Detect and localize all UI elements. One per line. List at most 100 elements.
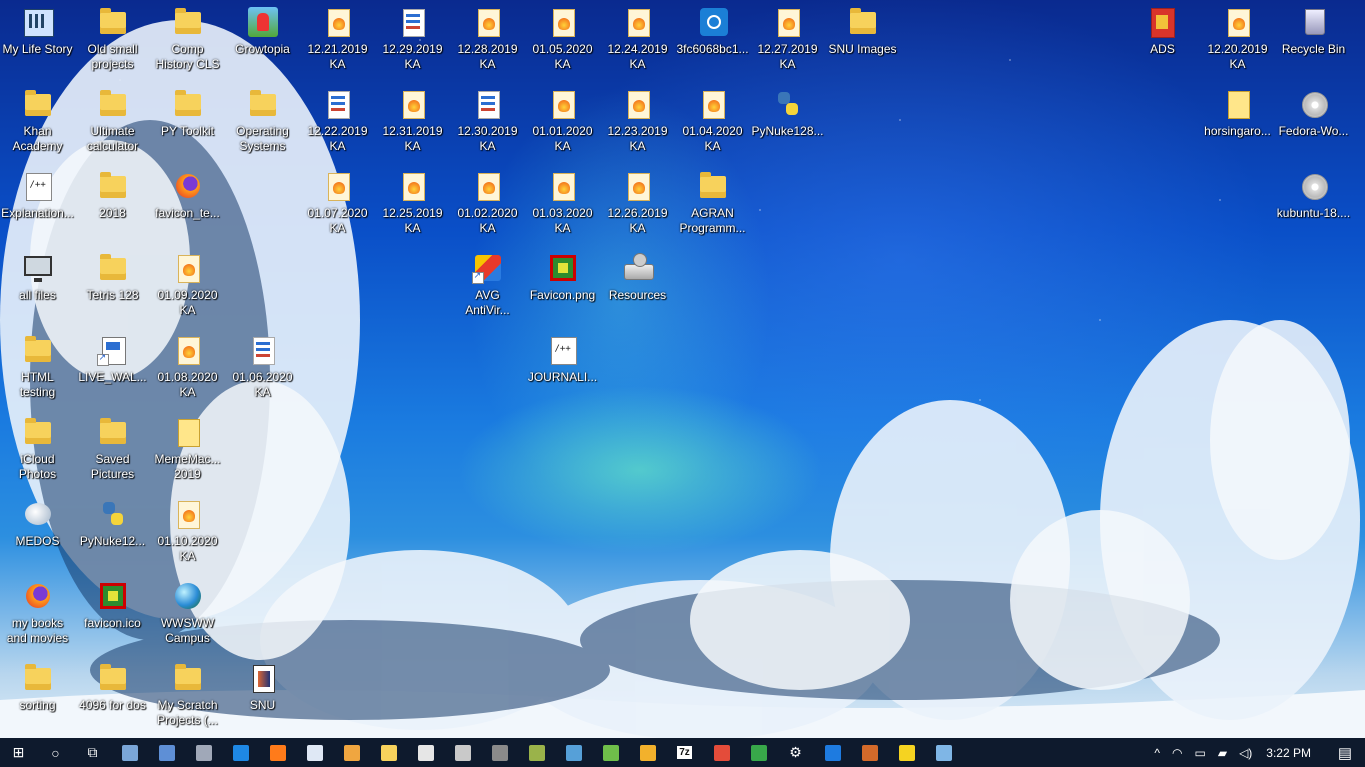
app-game[interactable] <box>481 738 518 767</box>
desktop-icon-label: 01.09.2020 KA <box>157 288 218 317</box>
desktop-icon-icloud-photos[interactable]: iCloud Photos <box>0 410 75 490</box>
desktop-icon-snu-images[interactable]: SNU Images <box>825 0 900 80</box>
desktop-icon-12-25-2019-ka[interactable]: 12.25.2019 KA <box>375 164 450 244</box>
notification-center-icon[interactable]: ▤ <box>1325 744 1365 762</box>
sheet-icon <box>22 170 54 202</box>
desktop-icon-old-small-projects[interactable]: Old small projects <box>75 0 150 80</box>
desktop-icon-12-27-2019-ka[interactable]: 12.27.2019 KA <box>750 0 825 80</box>
app-docs[interactable] <box>333 738 370 767</box>
desktop-icon-label: My Life Story <box>2 42 73 56</box>
desktop-icon-ads[interactable]: ADS <box>1125 0 1200 80</box>
desktop-icon-sorting[interactable]: sorting <box>0 656 75 736</box>
tray-wifi-icon[interactable]: ◠ <box>1166 746 1188 760</box>
app-pen[interactable] <box>518 738 555 767</box>
desktop-icon-pynuke128[interactable]: PyNuke128... <box>750 82 825 162</box>
app-network[interactable] <box>148 738 185 767</box>
desktop-icon-01-02-2020-ka[interactable]: 01.02.2020 KA <box>450 164 525 244</box>
desktop-icon-saved-pictures[interactable]: Saved Pictures <box>75 410 150 490</box>
search-button[interactable]: ○ <box>37 738 74 767</box>
desktop-icon-favicon-ico[interactable]: favicon.ico <box>75 574 150 654</box>
app-gear[interactable]: ⚙ <box>777 738 814 767</box>
app-pen-icon <box>528 744 545 761</box>
app-settings-sync[interactable] <box>185 738 222 767</box>
desktop-icon-my-scratch-projects[interactable]: My Scratch Projects (... <box>150 656 225 736</box>
desktop-icon-12-28-2019-ka[interactable]: 12.28.2019 KA <box>450 0 525 80</box>
desktop-icon-01-04-2020-ka[interactable]: 01.04.2020 KA <box>675 82 750 162</box>
desktop-icon-mememac-2019[interactable]: MemeMac... 2019 <box>150 410 225 490</box>
desktop-icon-01-07-2020-ka[interactable]: 01.07.2020 KA <box>300 164 375 244</box>
desktop-icon-live-wal[interactable]: LIVE_WAL... <box>75 328 150 408</box>
desktop-icon-medos[interactable]: MEDOS <box>0 492 75 572</box>
desktop-icon-all-files[interactable]: all files <box>0 246 75 326</box>
app-sticky[interactable] <box>592 738 629 767</box>
app-remote[interactable] <box>925 738 962 767</box>
desktop-icon-3fc6068bc1[interactable]: 3fc6068bc1... <box>675 0 750 80</box>
desktop-icon-my-life-story[interactable]: My Life Story <box>0 0 75 80</box>
app-winrar[interactable] <box>851 738 888 767</box>
app-7zip[interactable]: 7z <box>666 738 703 767</box>
desktop-icon-favicon-te[interactable]: favicon_te... <box>150 164 225 244</box>
desktop-icon-12-24-2019-ka[interactable]: 12.24.2019 KA <box>600 0 675 80</box>
desktop-icon-01-08-2020-ka[interactable]: 01.08.2020 KA <box>150 328 225 408</box>
desktop-icon-01-01-2020-ka[interactable]: 01.01.2020 KA <box>525 82 600 162</box>
desktop-icon-khan-academy[interactable]: Khan Academy <box>0 82 75 162</box>
clock[interactable]: 3:22 PM <box>1258 746 1325 760</box>
app-stickynotes[interactable] <box>888 738 925 767</box>
desktop-icon-wwsww-campus[interactable]: WWSWW Campus <box>150 574 225 654</box>
desktop-icon-comp-history-cls[interactable]: Comp History CLS <box>150 0 225 80</box>
desktop-icon-01-09-2020-ka[interactable]: 01.09.2020 KA <box>150 246 225 326</box>
desktop-icon-01-03-2020-ka[interactable]: 01.03.2020 KA <box>525 164 600 244</box>
desktop-icon-12-31-2019-ka[interactable]: 12.31.2019 KA <box>375 82 450 162</box>
desktop-icon-favicon-png[interactable]: Favicon.png <box>525 246 600 326</box>
desktop-icon-resources[interactable]: Resources <box>600 246 675 326</box>
desktop-icon-01-10-2020-ka[interactable]: 01.10.2020 KA <box>150 492 225 572</box>
desktop-icon-12-26-2019-ka[interactable]: 12.26.2019 KA <box>600 164 675 244</box>
app-vs[interactable] <box>814 738 851 767</box>
app-messenger[interactable] <box>407 738 444 767</box>
app-tools[interactable] <box>444 738 481 767</box>
desktop-icon-avg-antivir[interactable]: AVG AntiVir... <box>450 246 525 326</box>
app-terminal[interactable] <box>555 738 592 767</box>
desktop-icon-snu[interactable]: SNU <box>225 656 300 736</box>
desktop-icon-12-23-2019-ka[interactable]: 12.23.2019 KA <box>600 82 675 162</box>
start-button[interactable]: ⊞ <box>0 738 37 767</box>
tray-battery-icon[interactable]: ▰ <box>1212 746 1233 760</box>
desktop-icon-growtopia[interactable]: Growtopia <box>225 0 300 80</box>
desktop-icon-12-20-2019-ka[interactable]: 12.20.2019 KA <box>1200 0 1275 80</box>
desktop-icon-html-testing[interactable]: HTML testing <box>0 328 75 408</box>
desktop-icon-horsingaro[interactable]: horsingaro... <box>1200 82 1275 162</box>
desktop-icon-my-books-and-movies[interactable]: my books and movies <box>0 574 75 654</box>
app-paint[interactable] <box>703 738 740 767</box>
desktop-icon-label: 01.05.2020 KA <box>532 42 593 71</box>
desktop-icon-12-22-2019-ka[interactable]: 12.22.2019 KA <box>300 82 375 162</box>
app-computer[interactable] <box>111 738 148 767</box>
desktop-icon-2018[interactable]: 2018 <box>75 164 150 244</box>
task-view-button[interactable]: ⧉ <box>74 738 111 767</box>
app-firefox[interactable] <box>259 738 296 767</box>
desktop-icon-pynuke12[interactable]: PyNuke12... <box>75 492 150 572</box>
desktop-icon-agran-programm[interactable]: AGRAN Programm... <box>675 164 750 244</box>
desktop-icon-4096-for-dos[interactable]: 4096 for dos <box>75 656 150 736</box>
app-explorer[interactable] <box>370 738 407 767</box>
desktop-icon-12-21-2019-ka[interactable]: 12.21.2019 KA <box>300 0 375 80</box>
tray-chevron-icon[interactable]: ^ <box>1148 746 1166 760</box>
tray-volume-icon[interactable]: ◁) <box>1233 746 1258 760</box>
desktop-icon-explanation[interactable]: Explanation... <box>0 164 75 244</box>
desktop-icon-recycle-bin[interactable]: Recycle Bin <box>1276 0 1351 80</box>
desktop-icon-journali[interactable]: JOURNALI... <box>525 328 600 408</box>
desktop-icon-operating-systems[interactable]: Operating Systems <box>225 82 300 162</box>
desktop-icon-01-06-2020-ka[interactable]: 01.06.2020 KA <box>225 328 300 408</box>
desktop-icon-py-toolkit[interactable]: PY Toolkit <box>150 82 225 162</box>
app-edge[interactable] <box>222 738 259 767</box>
desktop-icon-kubuntu-18[interactable]: kubuntu-18.... <box>1276 164 1351 244</box>
app-office[interactable] <box>740 738 777 767</box>
desktop-icon-01-05-2020-ka[interactable]: 01.05.2020 KA <box>525 0 600 80</box>
app-notepad[interactable] <box>296 738 333 767</box>
desktop-icon-tetris-128[interactable]: Tetris 128 <box>75 246 150 326</box>
desktop-icon-ultimate-calculator[interactable]: Ultimate calculator <box>75 82 150 162</box>
tray-display-icon[interactable]: ▭ <box>1188 746 1211 760</box>
desktop-icon-12-29-2019-ka[interactable]: 12.29.2019 KA <box>375 0 450 80</box>
app-files[interactable] <box>629 738 666 767</box>
desktop-icon-fedora-wo[interactable]: Fedora-Wo... <box>1276 82 1351 162</box>
desktop-icon-12-30-2019-ka[interactable]: 12.30.2019 KA <box>450 82 525 162</box>
